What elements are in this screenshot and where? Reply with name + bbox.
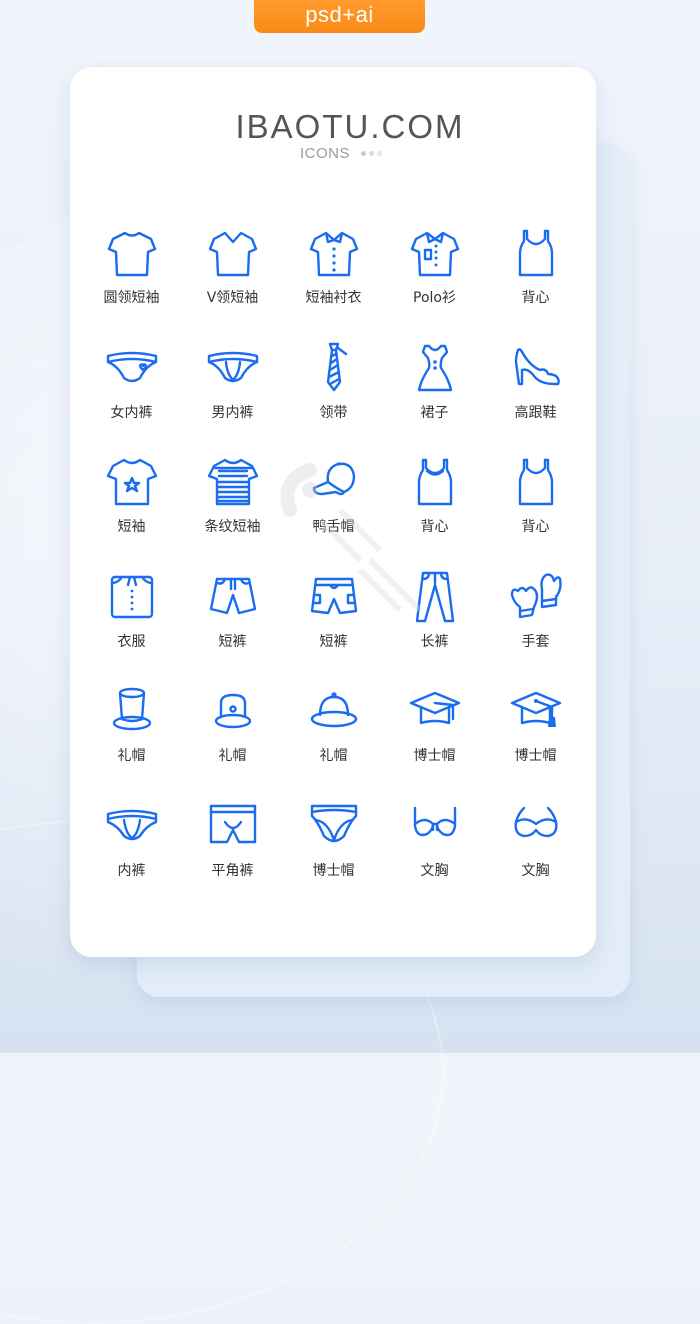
icon-item[interactable]: 礼帽	[283, 683, 384, 798]
icon-item[interactable]: 文胸	[384, 798, 485, 913]
icon-item[interactable]: Polo衫	[384, 225, 485, 340]
icon-item[interactable]: 圆领短袖	[81, 225, 182, 340]
folded-clothes-icon	[110, 575, 153, 618]
baseball-cap-icon	[312, 462, 355, 496]
brand-subtitle: ICONS	[300, 145, 351, 162]
bra-icon	[413, 806, 456, 836]
short-sleeve-shirt-icon	[309, 231, 358, 277]
icon-label: 领带	[319, 404, 348, 421]
mittens-icon	[510, 572, 562, 618]
icon-label: 短袖	[117, 519, 146, 535]
icon-item[interactable]: 背心	[384, 454, 485, 569]
womens-panties-icon	[106, 351, 157, 382]
bra-alt-icon	[513, 806, 558, 837]
icon-item[interactable]: 短袖衬衣	[283, 225, 384, 340]
icon-item[interactable]: 鸭舌帽	[283, 454, 384, 569]
icon-label: 裙子	[420, 404, 449, 421]
icon-label: 内裤	[117, 862, 146, 879]
icon-item[interactable]: V领短袖	[182, 225, 283, 340]
icon-label: 衣服	[117, 633, 146, 650]
icon-item[interactable]: 衣服	[81, 569, 182, 684]
shorts-icon	[209, 577, 256, 614]
icon-item[interactable]: 博士帽	[485, 683, 586, 798]
tank-top-icon	[518, 458, 553, 506]
icon-label: 博士帽	[312, 862, 355, 879]
icon-label: 鸭舌帽	[312, 519, 355, 535]
icon-item[interactable]: 长裤	[384, 569, 485, 684]
trousers-icon	[415, 571, 454, 622]
dress-icon	[417, 344, 452, 391]
panties-icon	[310, 804, 357, 842]
icon-label: 短裤	[218, 633, 247, 650]
tank-top-icon	[518, 229, 553, 277]
icon-item[interactable]: 短裤	[283, 569, 384, 684]
icon-label: Polo衫	[413, 290, 456, 306]
icon-label: 礼帽	[319, 748, 348, 764]
icon-label: 背心	[420, 519, 449, 535]
cargo-shorts-icon	[310, 577, 357, 614]
icon-item[interactable]: 短裤	[182, 569, 283, 684]
icon-item[interactable]: 文胸	[485, 798, 586, 913]
icon-item[interactable]: 短袖	[81, 454, 182, 569]
sun-hat-icon	[310, 692, 357, 728]
tank-top-icon	[417, 458, 452, 506]
icon-item[interactable]: 博士帽	[384, 683, 485, 798]
icon-item[interactable]: 领带	[283, 340, 384, 455]
icon-item[interactable]: 礼帽	[182, 683, 283, 798]
icon-label: 长裤	[420, 633, 449, 650]
top-hat-icon	[112, 687, 151, 731]
icon-label: 博士帽	[514, 748, 557, 764]
v-neck-tshirt-icon	[208, 231, 257, 277]
icon-item[interactable]: 平角裤	[182, 798, 283, 913]
icon-item[interactable]: 裙子	[384, 340, 485, 455]
icon-item[interactable]: 背心	[485, 225, 586, 340]
icon-item[interactable]: 博士帽	[283, 798, 384, 913]
bowler-hat-icon	[214, 693, 251, 729]
icon-label: 条纹短袖	[204, 519, 261, 535]
icon-label: 背心	[521, 290, 550, 306]
icon-label: 圆领短袖	[103, 290, 160, 306]
icon-item[interactable]: 高跟鞋	[485, 340, 586, 455]
graduation-cap-tassel-icon	[510, 691, 561, 727]
icon-label: 礼帽	[117, 748, 146, 764]
icon-label: 博士帽	[413, 748, 456, 764]
polo-shirt-icon	[410, 231, 459, 277]
icon-label: 背心	[521, 519, 550, 535]
briefs-icon	[106, 809, 157, 840]
icon-label: 文胸	[521, 862, 550, 879]
icon-item[interactable]: 背心	[485, 454, 586, 569]
icon-label: 短袖衬衣	[305, 290, 362, 306]
icon-label: 女内裤	[110, 404, 153, 421]
icon-label: 高跟鞋	[514, 404, 557, 421]
icon-label: 男内裤	[211, 404, 254, 421]
icon-item[interactable]: 内裤	[81, 798, 182, 913]
icon-grid: 圆领短袖 V领短袖 短袖衬衣 Polo衫 背心 女内裤 男内裤 领带 裙子 高跟…	[81, 225, 586, 912]
brand-title: IBAOTU.COM	[235, 108, 465, 145]
round-neck-tshirt-icon	[107, 231, 156, 277]
high-heel-icon	[514, 347, 560, 385]
pagination-dots	[361, 151, 382, 156]
graduation-cap-icon	[409, 691, 460, 725]
striped-tshirt-icon	[207, 458, 258, 506]
icon-item[interactable]: 男内裤	[182, 340, 283, 455]
icon-label: 文胸	[420, 862, 449, 879]
format-badge: psd+ai	[254, 0, 425, 33]
icon-label: 短裤	[319, 633, 348, 650]
boxer-shorts-icon	[209, 804, 256, 843]
star-tshirt-icon	[106, 458, 157, 506]
mens-briefs-icon	[207, 351, 258, 382]
icon-label: 手套	[521, 633, 550, 650]
icon-item[interactable]: 礼帽	[81, 683, 182, 798]
icon-label: V领短袖	[206, 290, 259, 306]
necktie-icon	[326, 342, 347, 391]
icon-item[interactable]: 手套	[485, 569, 586, 684]
icon-item[interactable]: 女内裤	[81, 340, 182, 455]
icon-label: 平角裤	[211, 862, 254, 879]
icon-item[interactable]: 条纹短袖	[182, 454, 283, 569]
icon-label: 礼帽	[218, 748, 247, 764]
